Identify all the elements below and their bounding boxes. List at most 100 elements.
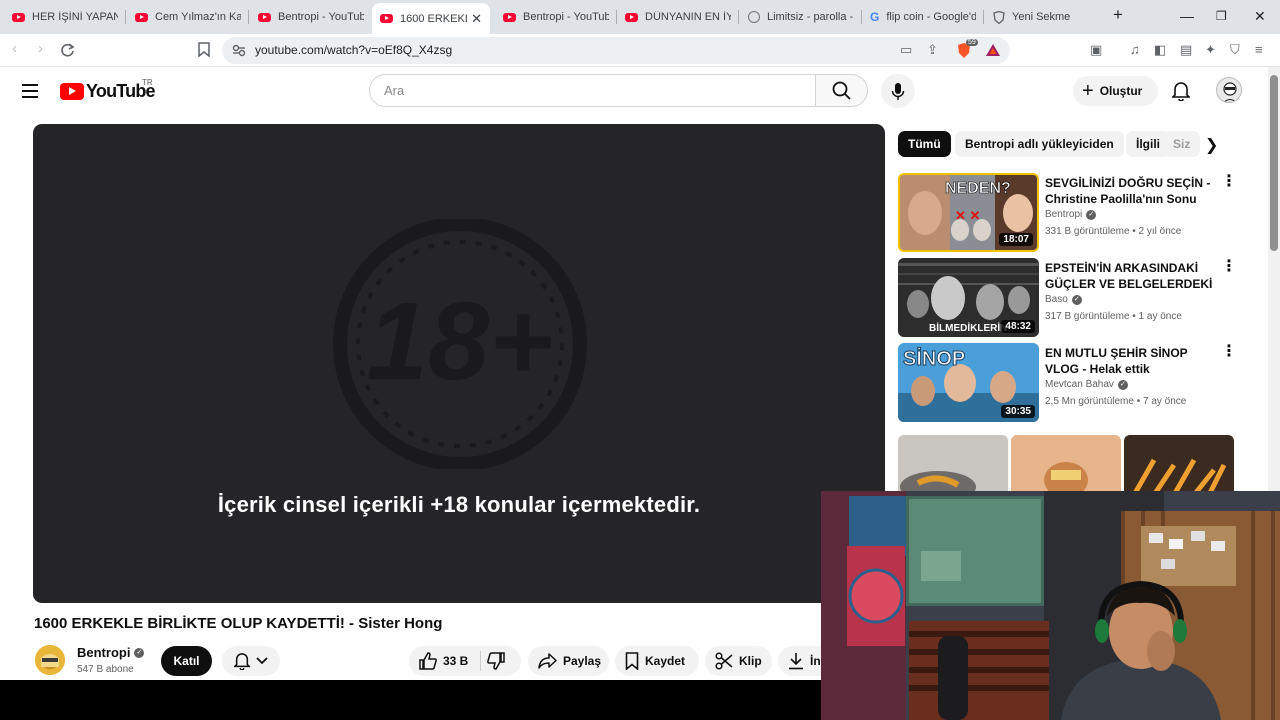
- sidebar-filter-chips: Tümü Bentropi adlı yükleyiciden İlgili S…: [898, 131, 1228, 157]
- browser-tab[interactable]: Limitsiz - parolla -: [740, 4, 862, 30]
- verified-badge-icon: ✓: [1071, 294, 1082, 305]
- menu-icon[interactable]: ≡: [1255, 42, 1263, 57]
- download-icon: [789, 653, 803, 670]
- scrollbar-thumb[interactable]: [1270, 75, 1278, 251]
- video-thumbnail[interactable]: SİNOP 30:35: [898, 343, 1039, 422]
- share-label: Paylaş: [563, 654, 602, 668]
- minimize-icon[interactable]: —: [1180, 8, 1194, 24]
- reload-icon[interactable]: [60, 43, 75, 58]
- shorts-thumbnail[interactable]: [1124, 435, 1234, 495]
- dislike-icon[interactable]: [487, 652, 506, 670]
- subscription-notifications-button[interactable]: [222, 646, 280, 676]
- voice-search-button[interactable]: [881, 74, 915, 108]
- recommendation-meta: 317 B görüntüleme • 1 ay önce: [1045, 311, 1182, 322]
- divider: [480, 651, 482, 671]
- recommendation-item[interactable]: SİNOP 30:35 EN MUTLU ŞEHİR SİNOP VLOG - …: [898, 343, 1238, 423]
- search-input[interactable]: [370, 75, 790, 106]
- youtube-icon: [12, 12, 25, 22]
- recommendation-title[interactable]: EPSTEİN'İN ARKASINDAKİ GÜÇLER VE BELGELE…: [1045, 260, 1217, 292]
- video-thumbnail[interactable]: BİLMEDİKLERİN 48:32: [898, 258, 1039, 337]
- video-duration: 48:32: [1001, 320, 1035, 333]
- browser-tab[interactable]: Bentropi - YouTube: [495, 4, 617, 30]
- country-code: TR: [142, 78, 153, 87]
- sidebar-toggle-icon[interactable]: ◧: [1154, 42, 1166, 58]
- channel-name[interactable]: Bentropi ✓: [77, 645, 145, 660]
- create-button[interactable]: + Oluştur: [1073, 76, 1158, 106]
- browser-tab[interactable]: DÜNYANIN EN İYİ: [617, 4, 739, 30]
- browser-tab[interactable]: Cem Yılmaz'ın Kafa: [127, 4, 249, 30]
- leo-ai-icon[interactable]: ✦: [1205, 42, 1216, 58]
- more-options-icon[interactable]: ⋮: [1221, 344, 1237, 360]
- webcam-overlay: [821, 491, 1280, 720]
- notifications-bell-icon[interactable]: [1172, 81, 1190, 101]
- shields-count-badge: 59: [966, 39, 978, 46]
- back-icon[interactable]: ‹: [12, 40, 17, 57]
- browser-tab[interactable]: HER İŞİNİ YAPAN ZEKİ: [4, 4, 126, 30]
- vpn-icon[interactable]: ⛉: [1230, 42, 1240, 58]
- video-thumbnail[interactable]: NEDEN? ✕ ✕ 18:07: [898, 173, 1039, 252]
- chip-for-you[interactable]: Siz: [1163, 131, 1201, 157]
- recommendation-title[interactable]: SEVGİLİNİZİ DOĞRU SEÇİN - Christine Paol…: [1045, 175, 1217, 207]
- like-count[interactable]: 33 B: [443, 654, 468, 668]
- channel-text: Baso: [1045, 294, 1068, 305]
- recommendation-title[interactable]: EN MUTLU ŞEHİR SİNOP VLOG - Helak ettik: [1045, 345, 1217, 377]
- recommendation-item[interactable]: NEDEN? ✕ ✕ 18:07 SEVGİLİNİZİ DOĞRU SEÇİN…: [898, 173, 1238, 253]
- wallet-icon[interactable]: ▤: [1180, 42, 1192, 58]
- browser-tab-strip: HER İŞİNİ YAPAN ZEKİ Cem Yılmaz'ın Kafa …: [0, 0, 1280, 34]
- channel-text: Bentropi: [1045, 209, 1083, 220]
- reader-mode-icon[interactable]: ▣: [1090, 42, 1102, 58]
- recommendation-meta: 331 B görüntüleme • 2 yıl önce: [1045, 226, 1182, 237]
- recommendation-meta: 2,5 Mn görüntüleme • 7 ay önce: [1045, 396, 1187, 407]
- svg-text:✕ ✕: ✕ ✕: [955, 208, 980, 223]
- tab-title: flip coin - Google'da: [886, 11, 976, 23]
- tab-title: Bentropi - YouTube: [278, 11, 364, 23]
- brave-rewards-icon[interactable]: [985, 43, 1001, 57]
- shorts-thumbnail[interactable]: [898, 435, 1008, 495]
- search-button[interactable]: [815, 74, 868, 107]
- chip-from-uploader[interactable]: Bentropi adlı yükleyiciden: [955, 131, 1124, 157]
- close-tab-icon[interactable]: ✕: [471, 11, 482, 27]
- recommendation-item[interactable]: BİLMEDİKLERİN 48:32 EPSTEİN'İN ARKASINDA…: [898, 258, 1238, 338]
- restore-icon[interactable]: ❐: [1216, 9, 1227, 23]
- browser-tab-active[interactable]: 1600 ERKEKLE ✕: [372, 3, 490, 34]
- site-settings-icon[interactable]: [232, 44, 246, 57]
- account-avatar[interactable]: [1216, 77, 1242, 103]
- share-button[interactable]: Paylaş: [528, 646, 609, 676]
- save-button[interactable]: Kaydet: [615, 646, 699, 676]
- clip-button[interactable]: Klip: [705, 646, 772, 676]
- more-options-icon[interactable]: ⋮: [1221, 259, 1237, 275]
- chevron-right-icon[interactable]: ❯: [1205, 135, 1218, 155]
- svg-text:BİLMEDİKLERİN: BİLMEDİKLERİN: [929, 321, 1007, 334]
- youtube-icon: [625, 12, 638, 22]
- url-text[interactable]: youtube.com/watch?v=oEf8Q_X4zsg: [255, 43, 452, 57]
- like-icon[interactable]: [419, 652, 437, 670]
- more-options-icon[interactable]: ⋮: [1221, 174, 1237, 190]
- plus-icon: +: [1082, 80, 1094, 102]
- close-window-icon[interactable]: ✕: [1254, 8, 1266, 25]
- video-player[interactable]: 18+ İçerik cinsel içerikli +18 konular i…: [33, 124, 885, 603]
- hamburger-menu-icon[interactable]: [22, 84, 38, 102]
- chip-all[interactable]: Tümü: [898, 131, 951, 157]
- address-bar[interactable]: youtube.com/watch?v=oEf8Q_X4zsg ▭ ⇪ 59: [222, 37, 1010, 64]
- share-page-icon[interactable]: ⇪: [927, 42, 938, 58]
- globe-icon: [748, 11, 760, 23]
- bell-icon: [234, 653, 250, 670]
- join-button[interactable]: Katıl: [161, 646, 212, 676]
- youtube-icon: [258, 12, 271, 22]
- media-icon[interactable]: ♫: [1130, 42, 1140, 57]
- new-tab-button[interactable]: +: [1113, 5, 1123, 25]
- browser-tab[interactable]: G flip coin - Google'da: [862, 4, 984, 30]
- youtube-logo[interactable]: YouTube: [60, 81, 156, 102]
- video-duration: 30:35: [1001, 405, 1035, 418]
- cast-icon[interactable]: ▭: [900, 42, 912, 58]
- browser-tab[interactable]: Yeni Sekme: [985, 4, 1107, 30]
- brave-icon: [993, 10, 1005, 24]
- verified-badge-icon: ✓: [1086, 209, 1097, 220]
- shorts-thumbnail[interactable]: [1011, 435, 1121, 495]
- bookmark-icon[interactable]: [198, 42, 210, 57]
- verified-badge-icon: ✓: [134, 647, 145, 658]
- forward-icon[interactable]: ›: [38, 40, 43, 57]
- clip-label: Klip: [739, 654, 762, 668]
- browser-tab[interactable]: Bentropi - YouTube: [250, 4, 372, 30]
- channel-avatar[interactable]: [35, 645, 65, 675]
